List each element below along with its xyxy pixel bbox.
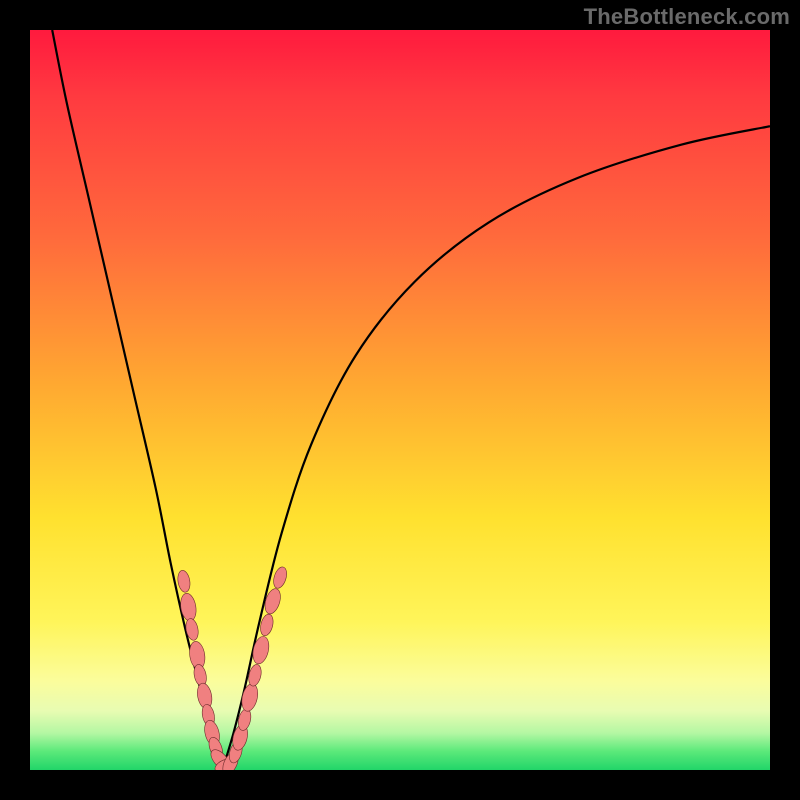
bead xyxy=(271,565,289,589)
curve-layer xyxy=(30,30,770,770)
bead xyxy=(262,587,283,616)
highlight-beads xyxy=(176,565,289,770)
plot-area xyxy=(30,30,770,770)
curve-right xyxy=(222,126,770,770)
watermark-text: TheBottleneck.com xyxy=(584,4,790,30)
bead xyxy=(250,635,271,666)
bead xyxy=(239,682,260,713)
bead xyxy=(176,569,191,593)
chart-stage: TheBottleneck.com xyxy=(0,0,800,800)
